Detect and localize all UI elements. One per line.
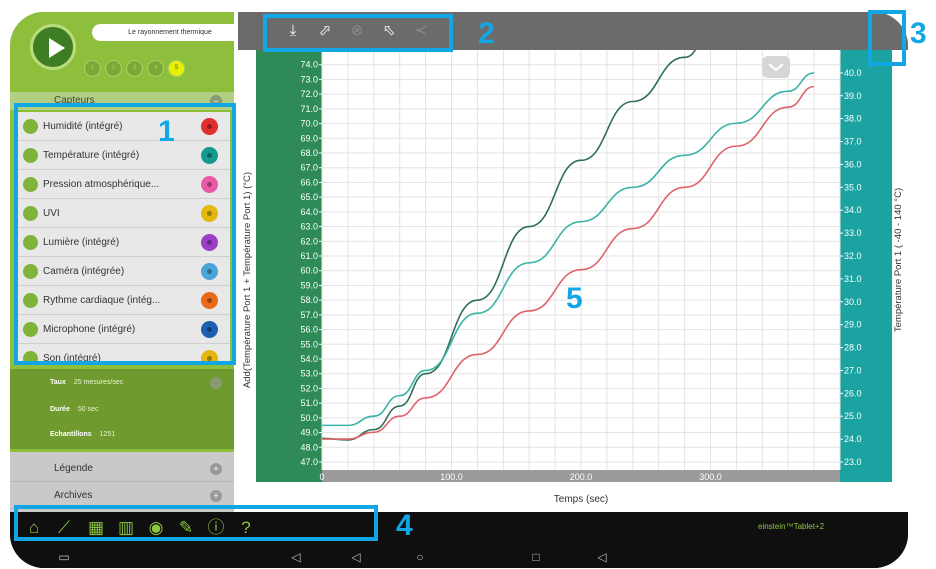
back-icon[interactable]: ◁	[348, 550, 364, 564]
archives-label: Archives	[54, 490, 93, 501]
y-tick-label-left: 71.0	[300, 104, 318, 114]
y-tick-label-left: 60.0	[300, 266, 318, 276]
step-dot-active[interactable]: 5	[168, 60, 185, 77]
y-tick-label-right: 31.0	[844, 274, 862, 284]
y-tick-label-left: 68.0	[300, 148, 318, 158]
y-tick-label-right: 29.0	[844, 320, 862, 330]
y-tick-label-right: 25.0	[844, 411, 862, 421]
callout-box-4	[14, 505, 378, 541]
x-tick-label: 0	[319, 472, 324, 482]
y-tick-label-left: 53.0	[300, 369, 318, 379]
y-tick-label-left: 52.0	[300, 383, 318, 393]
y-tick-label-left: 49.0	[300, 428, 318, 438]
callout-number-4: 4	[396, 509, 413, 542]
y-tick-label-left: 51.0	[300, 398, 318, 408]
y-tick-label-right: 39.0	[844, 91, 862, 101]
settings-edit-button[interactable]	[210, 377, 222, 389]
collapse-chevron-button	[762, 56, 790, 78]
callout-number-3: 3	[910, 17, 927, 50]
y-tick-label-right: 33.0	[844, 228, 862, 238]
setting-key: Echantillons	[50, 431, 92, 438]
brand-label: einstein™Tablet+2	[758, 522, 825, 531]
expand-icon[interactable]: +	[210, 490, 222, 502]
legend-label: Légende	[54, 463, 93, 474]
setting-rate: Taux 25 mesures/sec	[50, 379, 123, 386]
callout-number-2: 2	[478, 17, 495, 50]
y-tick-label-right: 34.0	[844, 205, 862, 215]
screenshot-icon[interactable]: ▭	[56, 550, 72, 564]
y-tick-label-left: 63.0	[300, 222, 318, 232]
y-tick-label-left: 61.0	[300, 251, 318, 261]
y-tick-label-left: 59.0	[300, 280, 318, 290]
setting-key: Taux	[50, 379, 66, 386]
y-tick-label-right: 27.0	[844, 365, 862, 375]
step-dot[interactable]: 2	[105, 60, 122, 77]
y-tick-label-left: 74.0	[300, 60, 318, 70]
setting-value: 50 sec	[77, 406, 99, 413]
y-tick-label-left: 62.0	[300, 236, 318, 246]
sidebar-header: Le rayonnement thermique 1 2 3 4 5	[10, 12, 248, 96]
temperature-chart[interactable]: 47.0 48.0 49.0 50.0 51.0 52.0 53.0 54.0 55.0 56.0…	[238, 50, 908, 512]
legend-section[interactable]: Légende +	[10, 456, 234, 482]
y-tick-label-left: 57.0	[300, 310, 318, 320]
y-tick-label-left: 48.0	[300, 442, 318, 452]
y-tick-label-left: 64.0	[300, 207, 318, 217]
y-tick-label-right: 30.0	[844, 297, 862, 307]
y-tick-label-right: 32.0	[844, 251, 862, 261]
setting-duration: Durée 50 sec	[50, 406, 98, 413]
y-tick-label-left: 66.0	[300, 177, 318, 187]
y-tick-label-left: 70.0	[300, 119, 318, 129]
y-tick-label-right: 26.0	[844, 388, 862, 398]
y-tick-label-right: 23.0	[844, 457, 862, 467]
y-tick-label-left: 56.0	[300, 325, 318, 335]
y-tick-label-right: 36.0	[844, 159, 862, 169]
x-tick-label: 200.0	[570, 472, 593, 482]
expand-icon[interactable]: +	[210, 463, 222, 475]
setting-value: 1251	[99, 431, 116, 438]
y-tick-label-right: 38.0	[844, 114, 862, 124]
x-tick-label: 100.0	[440, 472, 463, 482]
play-button[interactable]	[30, 24, 76, 70]
home-nav-icon[interactable]: ○	[412, 550, 428, 564]
setting-key: Durée	[50, 406, 70, 413]
y-tick-label-right: 35.0	[844, 182, 862, 192]
y-axis-title-left: Add(Température Port 1 + Température Por…	[242, 172, 253, 388]
callout-box-3	[868, 10, 906, 66]
y-tick-label-left: 54.0	[300, 354, 318, 364]
y-tick-label-left: 58.0	[300, 295, 318, 305]
x-axis-title: Temps (sec)	[554, 494, 608, 505]
y-tick-label-left: 47.0	[300, 457, 318, 467]
graph-area[interactable]: 47.0 48.0 49.0 50.0 51.0 52.0 53.0 54.0 55.0 56.0…	[238, 50, 908, 512]
y-tick-label-left: 73.0	[300, 74, 318, 84]
y-tick-label-right: 28.0	[844, 343, 862, 353]
bottom-sections: Légende + Archives +	[10, 452, 234, 512]
step-dot[interactable]: 1	[84, 60, 101, 77]
y-tick-label-left: 69.0	[300, 133, 318, 143]
y-tick-label-right: 40.0	[844, 68, 862, 78]
y-tick-label-left: 50.0	[300, 413, 318, 423]
volume-up-icon[interactable]: ◁	[594, 550, 610, 564]
y-tick-label-left: 67.0	[300, 163, 318, 173]
x-tick-label: 300.0	[699, 472, 722, 482]
callout-box-1	[14, 103, 236, 365]
step-dot[interactable]: 3	[126, 60, 143, 77]
recents-icon[interactable]: □	[528, 550, 544, 564]
y-tick-label-left: 72.0	[300, 89, 318, 99]
callout-number-5: 5	[566, 282, 583, 315]
y-tick-label-right: 37.0	[844, 137, 862, 147]
callout-number-1: 1	[158, 115, 175, 148]
experiment-title[interactable]: Le rayonnement thermique	[92, 24, 248, 41]
y-tick-label-left: 55.0	[300, 339, 318, 349]
step-indicator: 1 2 3 4 5	[84, 60, 185, 77]
setting-samples: Echantillons 1251	[50, 431, 115, 438]
setting-value: 25 mesures/sec	[73, 379, 124, 386]
step-dot[interactable]: 4	[147, 60, 164, 77]
y-tick-label-left: 65.0	[300, 192, 318, 202]
y-tick-label-right: 24.0	[844, 434, 862, 444]
callout-box-2	[263, 14, 453, 52]
volume-down-icon[interactable]: ◁	[288, 550, 304, 564]
acquisition-settings: Taux 25 mesures/sec Durée 50 sec Echantill…	[10, 369, 234, 449]
y-axis-title-right: Température Port 1 ( -40 - 140 °C)	[893, 188, 904, 332]
